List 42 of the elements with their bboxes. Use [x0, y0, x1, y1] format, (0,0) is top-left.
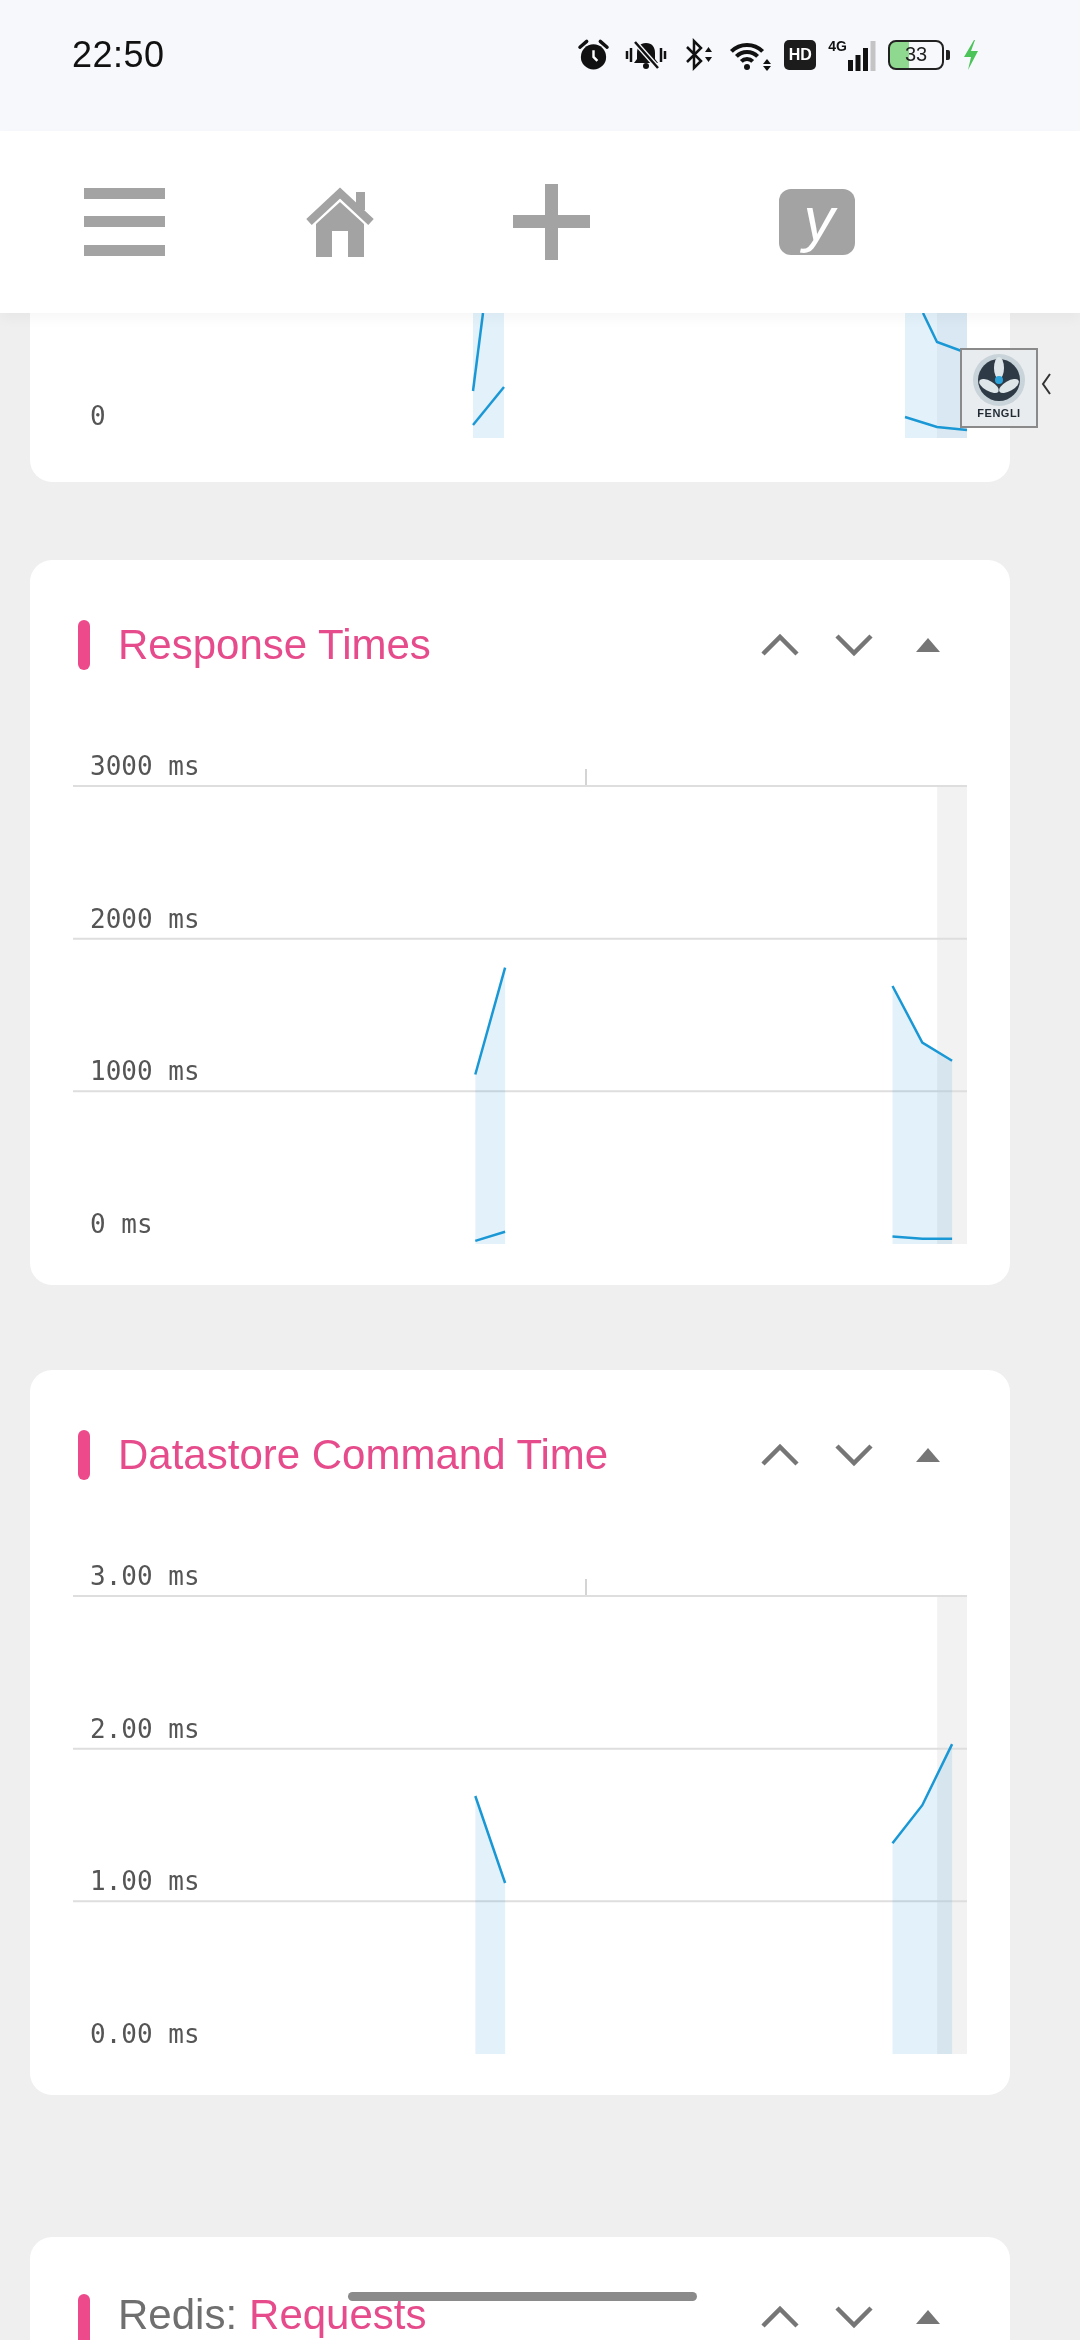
- card-title-prefix: Redis:: [118, 2294, 238, 2336]
- chevron-up-icon: [760, 2305, 800, 2329]
- axis-label: 2.00 ms: [90, 1713, 200, 1744]
- badge-label: FENGLI: [977, 407, 1021, 419]
- floating-badge[interactable]: FENGLI: [960, 348, 1038, 428]
- axis-label: 2000 ms: [90, 903, 200, 934]
- axis-label: 3.00 ms: [90, 1561, 200, 1591]
- axis-label: 0 ms: [90, 1209, 153, 1239]
- hd-indicator: HD: [784, 39, 817, 70]
- triangle-up-icon: [916, 2310, 940, 2324]
- chevron-down-icon: [834, 2305, 874, 2329]
- chevron-left-icon[interactable]: [1041, 372, 1051, 396]
- plus-icon: [513, 184, 590, 260]
- chevron-up-icon: [760, 633, 800, 657]
- fan-icon: [971, 353, 1027, 407]
- axis-label: 0.00 ms: [90, 2019, 200, 2049]
- menu-button[interactable]: [84, 188, 165, 256]
- alarm-icon: [577, 37, 611, 72]
- menu-icon: [84, 188, 165, 256]
- axis-label: 1000 ms: [90, 1056, 200, 1087]
- triangle-up-icon: [916, 638, 940, 652]
- home-icon: [305, 186, 375, 258]
- accent-bar: [78, 1430, 90, 1480]
- card-title: Datastore Command Time: [118, 1434, 609, 1476]
- axis-label: 0: [90, 401, 106, 431]
- axis-label: 3000 ms: [90, 751, 200, 781]
- chevron-down-icon: [834, 1443, 874, 1467]
- accent-bar: [78, 620, 90, 670]
- line-series: [904, 415, 968, 432]
- axis-label: 1.00 ms: [90, 1866, 200, 1897]
- chevron-down-icon: [834, 633, 874, 657]
- network-type-label: 4G: [828, 38, 847, 53]
- signal-icon: [848, 40, 876, 71]
- card-title: Response Times: [118, 624, 431, 666]
- add-button[interactable]: [513, 184, 590, 260]
- chevron-up-icon: [760, 1443, 800, 1467]
- home-button[interactable]: [305, 186, 375, 258]
- card-title: Requests: [249, 2294, 427, 2336]
- status-time: 22:50: [72, 33, 165, 76]
- accent-bar: [78, 2294, 90, 2340]
- battery-indicator: 33: [888, 39, 950, 70]
- triangle-up-icon: [916, 1448, 940, 1462]
